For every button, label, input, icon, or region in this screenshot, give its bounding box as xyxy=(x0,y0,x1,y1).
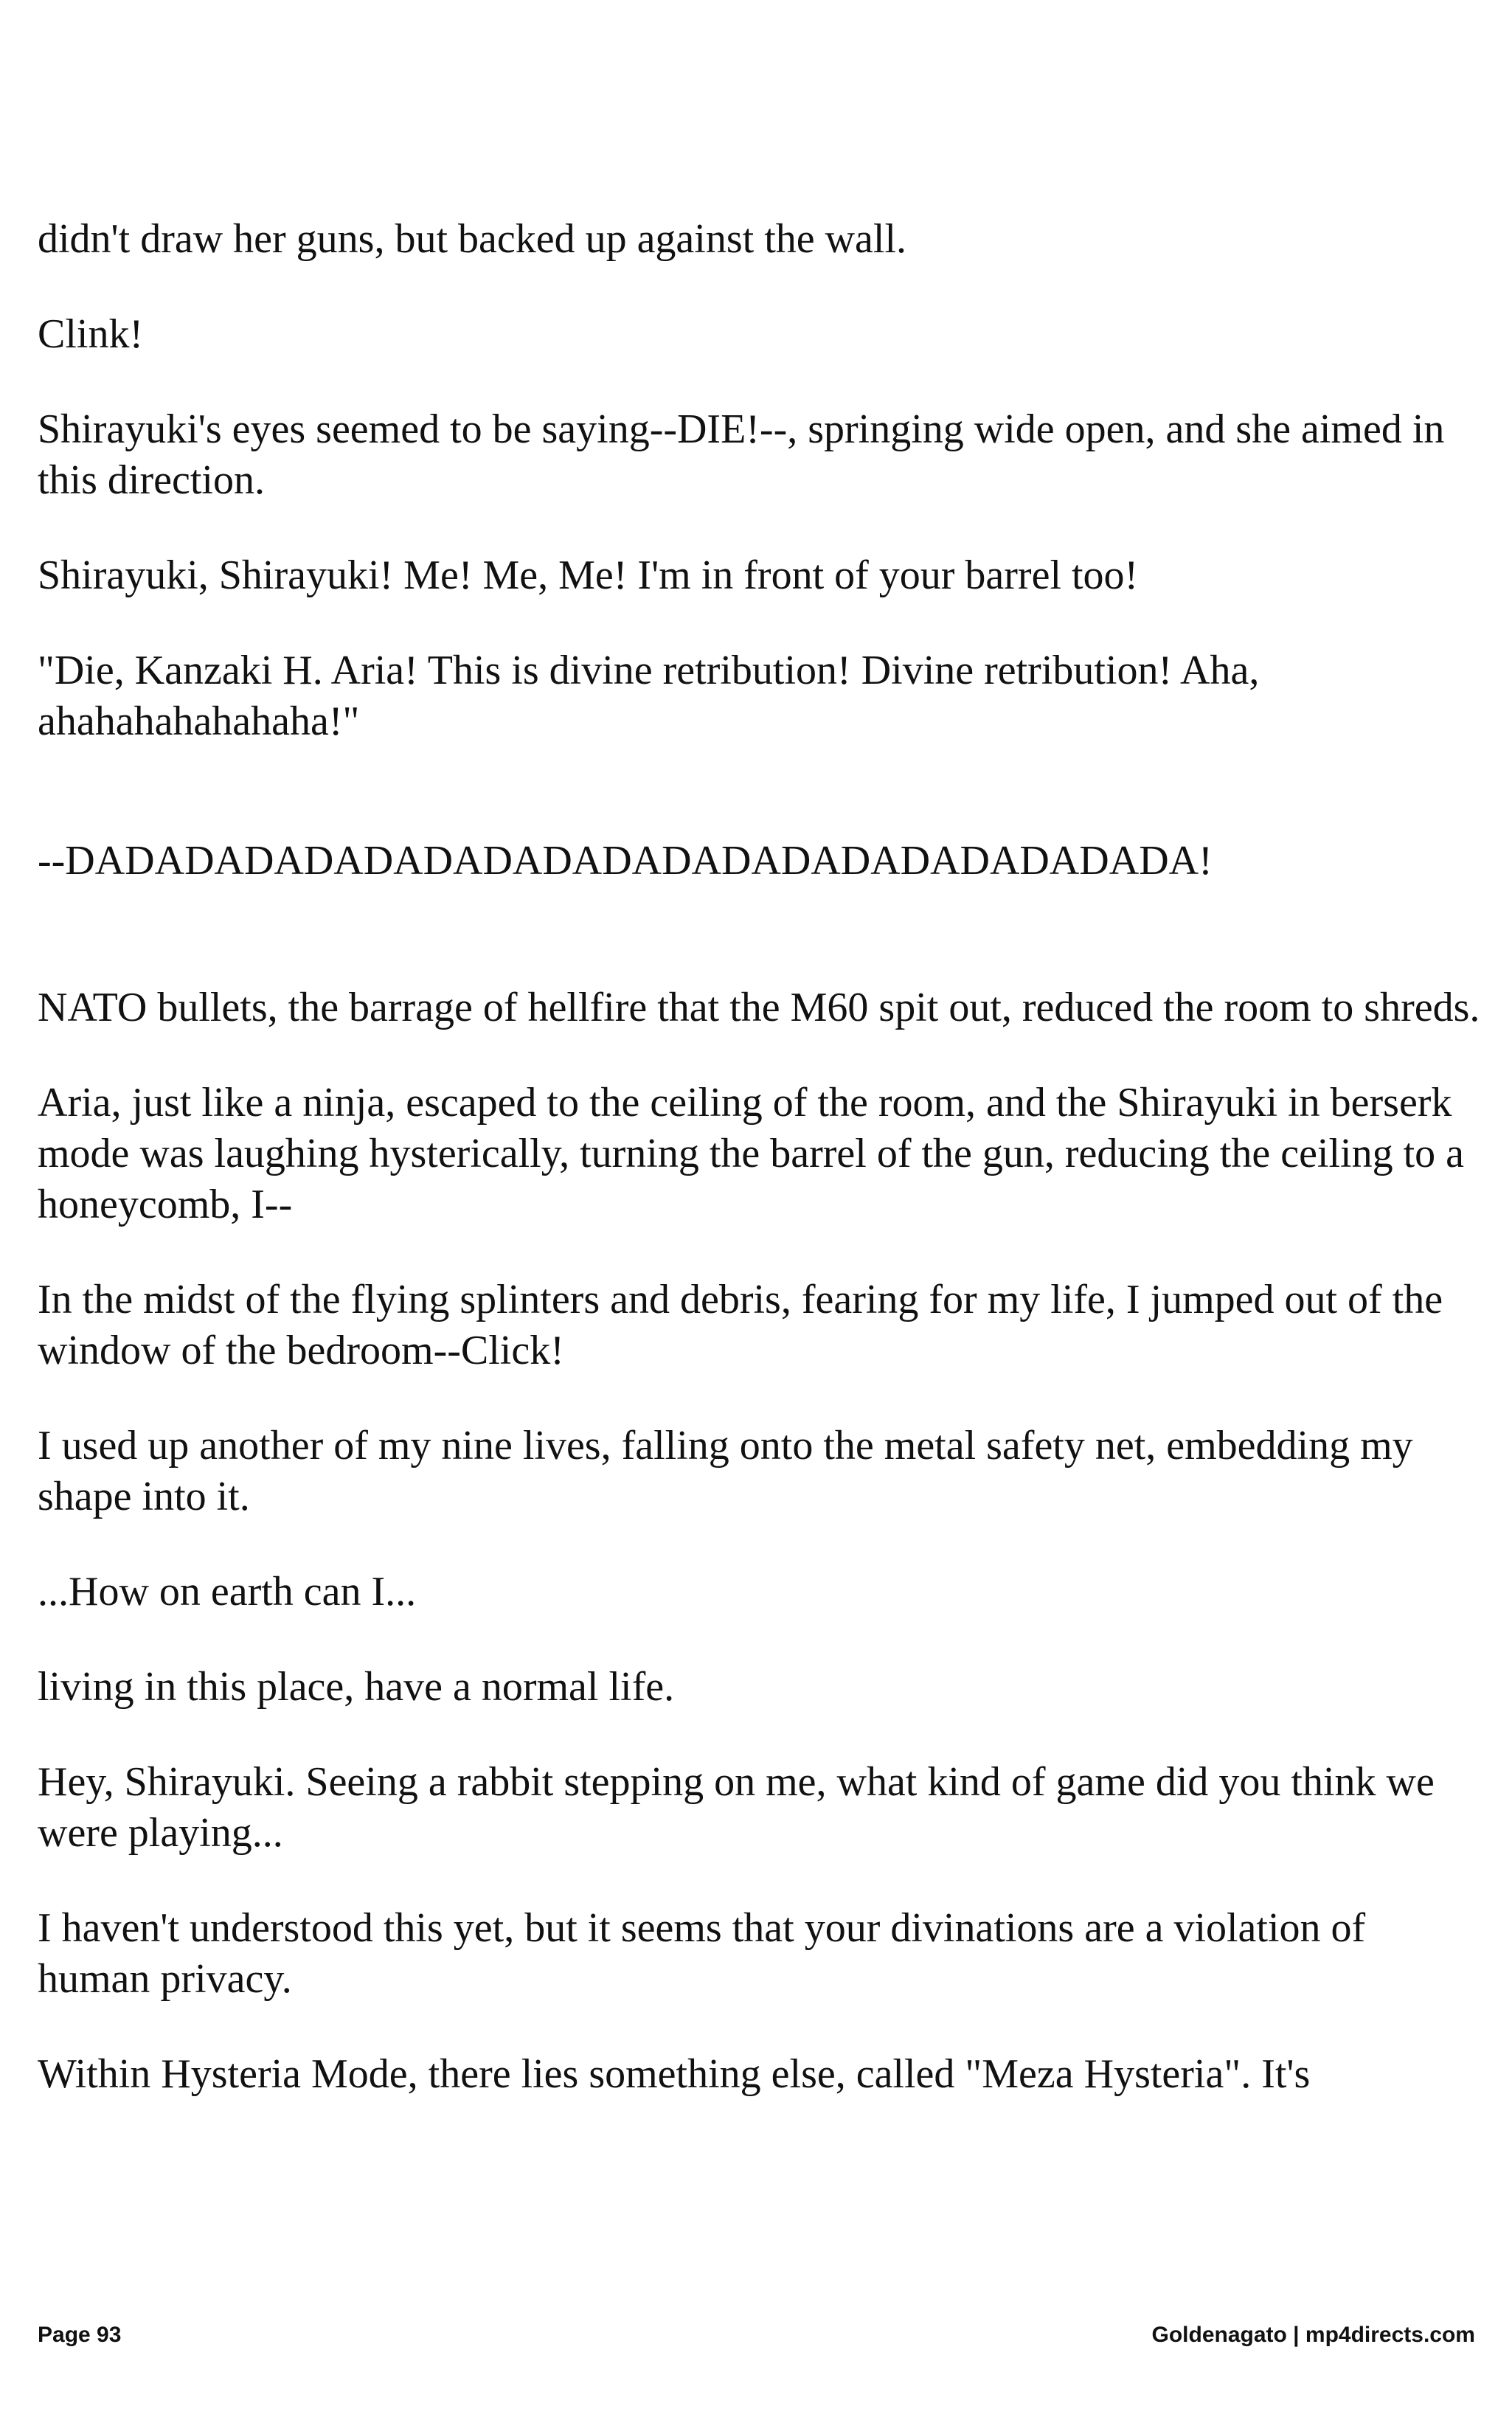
page-body: didn't draw her guns, but backed up agai… xyxy=(38,214,1483,2144)
paragraph: Shirayuki, Shirayuki! Me! Me, Me! I'm in… xyxy=(38,552,1139,598)
paragraph: Aria, just like a ninja, escaped to the … xyxy=(38,1080,1465,1227)
paragraph: I haven't understood this yet, but it se… xyxy=(38,1905,1366,2002)
paragraph: Within Hysteria Mode, there lies somethi… xyxy=(38,2051,1311,2097)
paragraph: Clink! xyxy=(38,311,144,357)
footer-credit: Goldenagato | mp4directs.com xyxy=(1151,2323,1476,2347)
paragraph: In the midst of the flying splinters and… xyxy=(38,1277,1443,1373)
paragraph: didn't draw her guns, but backed up agai… xyxy=(38,216,907,262)
paragraph: living in this place, have a normal life… xyxy=(38,1664,675,1710)
paragraph: "Die, Kanzaki H. Aria! This is divine re… xyxy=(38,648,1260,744)
page-number: Page 93 xyxy=(38,2323,122,2347)
paragraph: NATO bullets, the barrage of hellfire th… xyxy=(38,985,1480,1030)
paragraph: ...How on earth can I... xyxy=(38,1569,417,1615)
paragraph: I used up another of my nine lives, fall… xyxy=(38,1423,1413,1519)
sound-effect-line: --DADADADADADADADADADADADADADADADADADADA… xyxy=(38,838,1213,884)
paragraph: Shirayuki's eyes seemed to be saying--DI… xyxy=(38,406,1445,503)
paragraph: Hey, Shirayuki. Seeing a rabbit stepping… xyxy=(38,1759,1435,1856)
